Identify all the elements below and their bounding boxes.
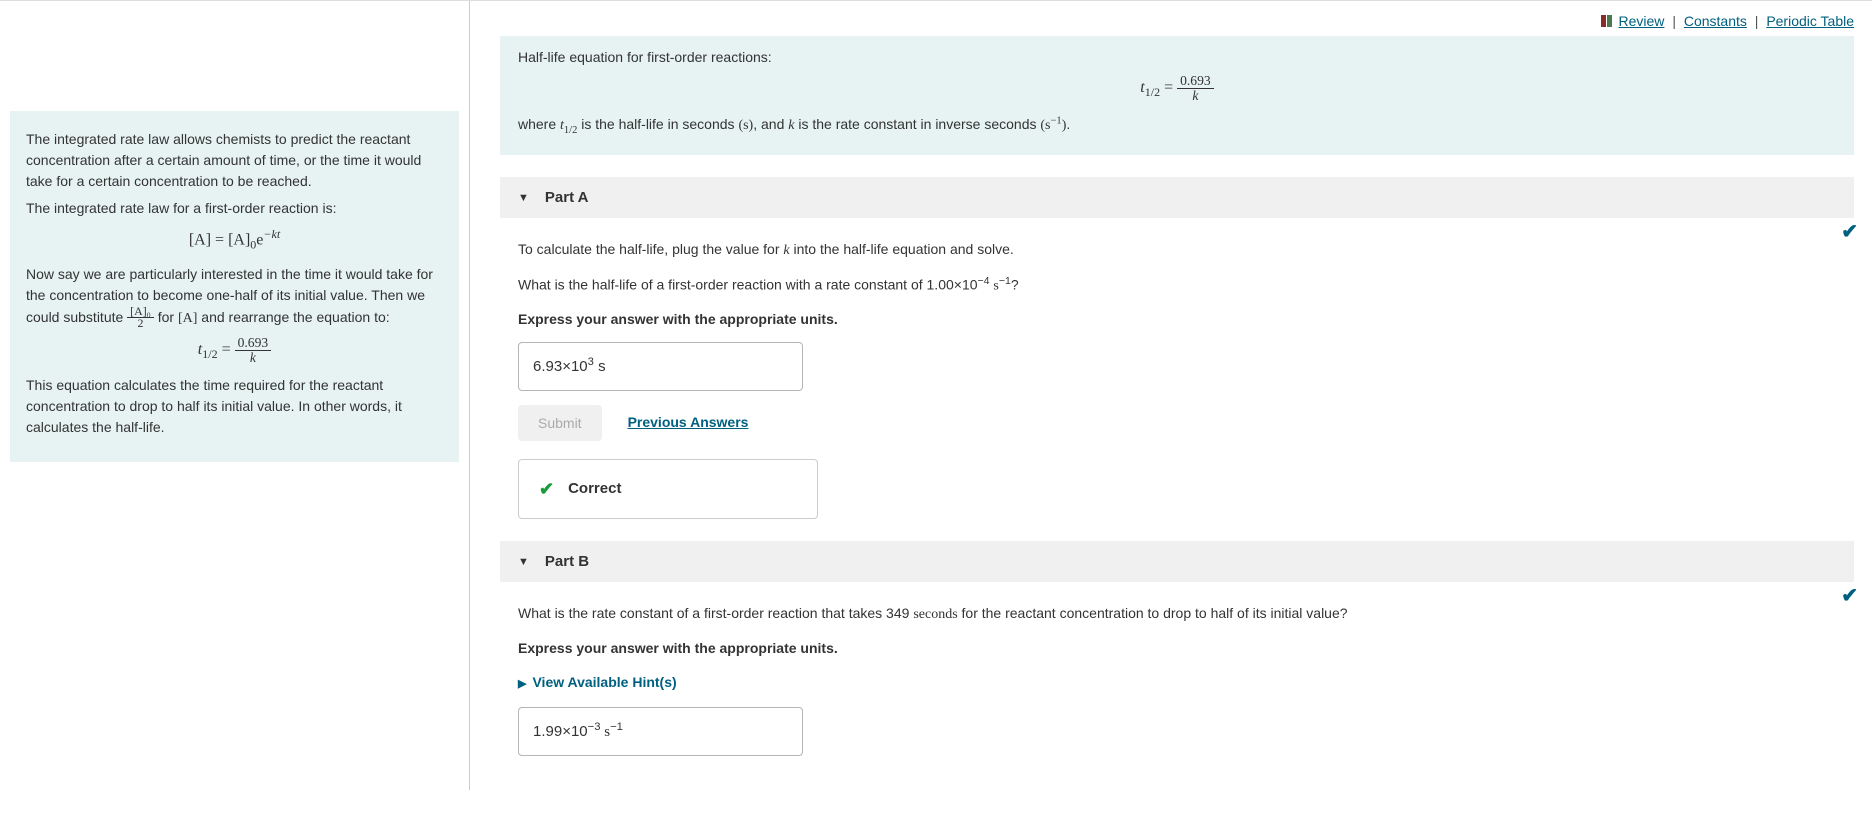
part-a-p1: To calculate the half-life, plug the val…: [518, 238, 1836, 263]
intro-eq1: [A] = [A]0e−kt: [26, 225, 443, 254]
info-line2: where t1/2 is the half-life in seconds (…: [518, 113, 1836, 140]
periodic-table-link[interactable]: Periodic Table: [1766, 13, 1854, 29]
correct-feedback: ✔ Correct: [518, 459, 818, 520]
link-sep: |: [1755, 13, 1759, 29]
intro-box: The integrated rate law allows chemists …: [10, 111, 459, 462]
part-a-units-instruction: Express your answer with the appropriate…: [518, 308, 1836, 332]
intro-p4: This equation calculates the time requir…: [26, 375, 443, 438]
part-b-units-instruction: Express your answer with the appropriate…: [518, 637, 1836, 661]
intro-p2: The integrated rate law for a first-orde…: [26, 198, 443, 219]
previous-answers-link[interactable]: Previous Answers: [628, 411, 749, 435]
intro-p1: The integrated rate law allows chemists …: [26, 129, 443, 192]
part-b-title: Part B: [545, 553, 589, 570]
review-link[interactable]: Review: [1619, 13, 1665, 29]
link-sep: |: [1672, 13, 1676, 29]
caret-right-icon: ▶: [518, 678, 526, 690]
part-a-body: To calculate the half-life, plug the val…: [500, 218, 1854, 519]
part-b-p1: What is the rate constant of a first-ord…: [518, 602, 1836, 627]
part-a-submit-row: Submit Previous Answers: [518, 405, 1836, 441]
part-b-header[interactable]: ▼ Part B ✔: [500, 541, 1854, 582]
part-a-header[interactable]: ▼ Part A ✔: [500, 177, 1854, 218]
info-line1: Half-life equation for first-order react…: [518, 46, 1836, 68]
half-life-info-box: Half-life equation for first-order react…: [500, 36, 1854, 155]
caret-down-icon: ▼: [518, 192, 529, 204]
main-content: Review | Constants | Periodic Table Half…: [470, 1, 1872, 790]
correct-label: Correct: [568, 476, 621, 502]
caret-down-icon: ▼: [518, 556, 529, 568]
intro-p3: Now say we are particularly interested i…: [26, 264, 443, 331]
part-a-title: Part A: [545, 189, 589, 206]
info-eq: t1/2 = 0.693k: [518, 74, 1836, 102]
part-b-answer-field[interactable]: 1.99×10−3 s−1: [518, 707, 803, 757]
check-icon: ✔: [1841, 583, 1858, 608]
book-icon: [1601, 14, 1613, 30]
submit-button[interactable]: Submit: [518, 405, 602, 441]
part-b-body: What is the rate constant of a first-ord…: [500, 582, 1854, 756]
left-sidebar: The integrated rate law allows chemists …: [0, 1, 470, 790]
view-hints-toggle[interactable]: ▶View Available Hint(s): [518, 671, 1836, 695]
top-links: Review | Constants | Periodic Table: [500, 1, 1854, 36]
check-icon: ✔: [1841, 219, 1858, 244]
part-a-p2: What is the half-life of a first-order r…: [518, 273, 1836, 298]
check-icon: ✔: [539, 474, 554, 505]
intro-eq2: t1/2 = 0.693k: [26, 336, 443, 364]
part-a-answer-field[interactable]: 6.93×103 s: [518, 342, 803, 391]
constants-link[interactable]: Constants: [1684, 13, 1747, 29]
